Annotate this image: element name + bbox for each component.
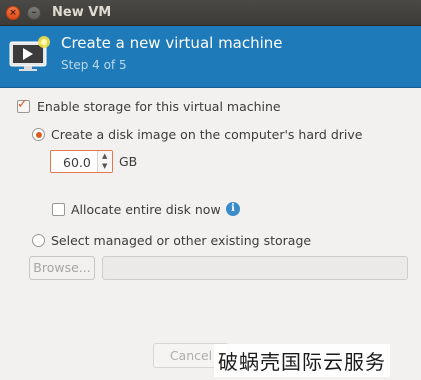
browse-button[interactable]: Browse... [29, 256, 95, 280]
minimize-icon[interactable]: – [27, 6, 41, 20]
create-disk-label[interactable]: Create a disk image on the computer's ha… [51, 127, 362, 142]
watermark-text: 破蜗壳国际云服务 [214, 344, 390, 377]
stepper-arrows[interactable]: ▲ ▼ [97, 151, 112, 172]
monitor-icon [9, 36, 50, 71]
allocate-disk-checkbox[interactable] [52, 203, 65, 216]
enable-storage-checkbox[interactable]: ✓ [17, 97, 30, 113]
allocate-disk-label[interactable]: Allocate entire disk now [71, 202, 221, 217]
wizard-step: Step 4 of 5 [61, 58, 127, 72]
managed-storage-radio[interactable] [32, 234, 45, 247]
check-icon: ✓ [17, 97, 28, 112]
disk-size-value[interactable]: 60.0 [63, 155, 91, 170]
close-icon[interactable]: × [6, 6, 20, 20]
window-title: New VM [52, 5, 112, 20]
wizard-header: Create a new virtual machine Step 4 of 5 [0, 26, 421, 88]
storage-path-input[interactable] [102, 256, 408, 280]
managed-storage-label[interactable]: Select managed or other existing storage [51, 233, 311, 248]
create-disk-radio[interactable] [32, 128, 45, 141]
info-icon[interactable]: i [226, 202, 240, 216]
disk-size-stepper[interactable]: 60.0 ▲ ▼ [50, 150, 113, 173]
storage-settings: ✓ Enable storage for this virtual machin… [0, 88, 421, 380]
window-titlebar: × – New VM [0, 0, 421, 26]
disk-size-unit: GB [119, 154, 138, 169]
chevron-down-icon[interactable]: ▼ [102, 162, 107, 170]
enable-storage-label[interactable]: Enable storage for this virtual machine [37, 99, 281, 114]
wizard-title: Create a new virtual machine [61, 34, 283, 52]
chevron-up-icon[interactable]: ▲ [102, 152, 107, 160]
